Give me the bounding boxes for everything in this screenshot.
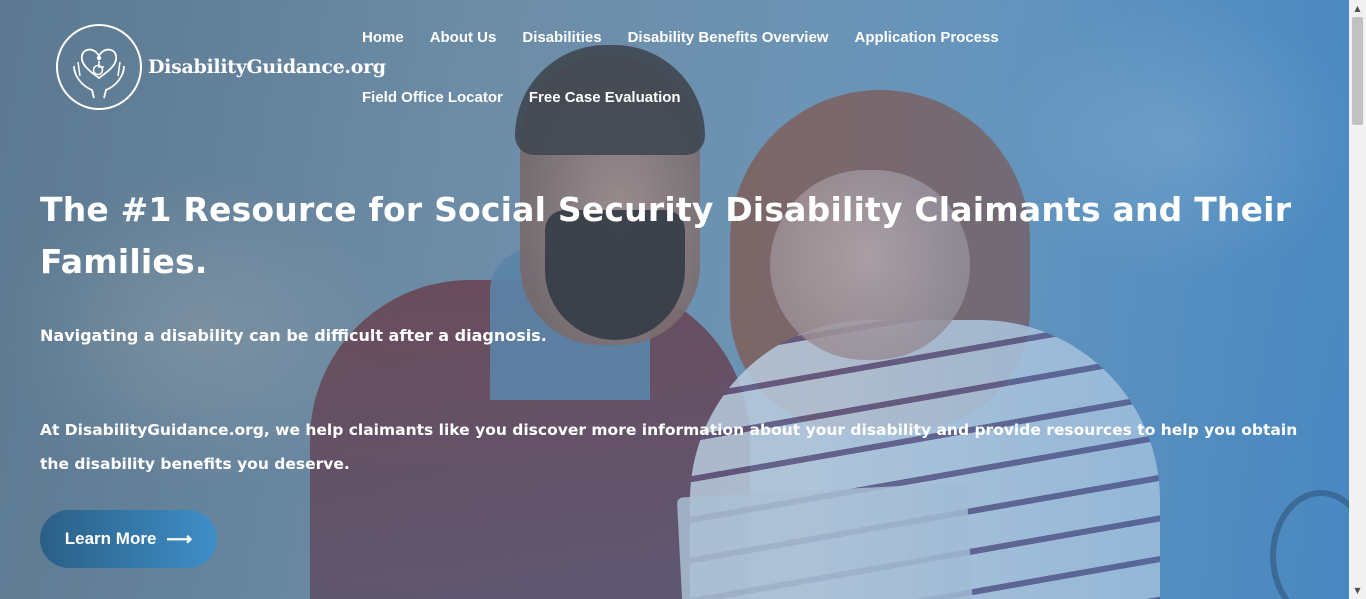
learn-more-button[interactable]: Learn More ⟶: [40, 510, 217, 568]
nav-application-process[interactable]: Application Process: [854, 26, 998, 86]
page: DisabilityGuidance.org Home About Us Dis…: [0, 0, 1366, 599]
scroll-down-arrow-icon[interactable]: ▼: [1349, 582, 1366, 599]
nav-free-case-evaluation[interactable]: Free Case Evaluation: [529, 86, 681, 146]
hero-body-text: At DisabilityGuidance.org, we help claim…: [40, 421, 1298, 473]
main-nav: Home About Us Disabilities Disability Be…: [362, 26, 1162, 146]
nav-about-us[interactable]: About Us: [430, 26, 497, 86]
scrollbar-thumb[interactable]: [1352, 17, 1363, 125]
page-scrollbar[interactable]: ▲ ▼: [1349, 0, 1366, 599]
nav-disability-benefits-overview[interactable]: Disability Benefits Overview: [628, 26, 829, 86]
hero-headline: The #1 Resource for Social Security Disa…: [40, 190, 1292, 281]
nav-home[interactable]: Home: [362, 26, 404, 86]
hero-section: DisabilityGuidance.org Home About Us Dis…: [0, 0, 1349, 599]
hero-subheading: Navigating a disability can be difficult…: [40, 326, 547, 345]
nav-disabilities[interactable]: Disabilities: [522, 26, 601, 86]
scroll-up-arrow-icon[interactable]: ▲: [1349, 0, 1366, 17]
arrow-right-icon: ⟶: [166, 528, 193, 549]
logo-text: DisabilityGuidance.org: [148, 56, 386, 78]
hands-heart-wheelchair-icon: [56, 24, 142, 110]
nav-field-office-locator[interactable]: Field Office Locator: [362, 86, 503, 146]
site-logo[interactable]: DisabilityGuidance.org: [56, 24, 386, 110]
learn-more-label: Learn More: [64, 529, 157, 548]
